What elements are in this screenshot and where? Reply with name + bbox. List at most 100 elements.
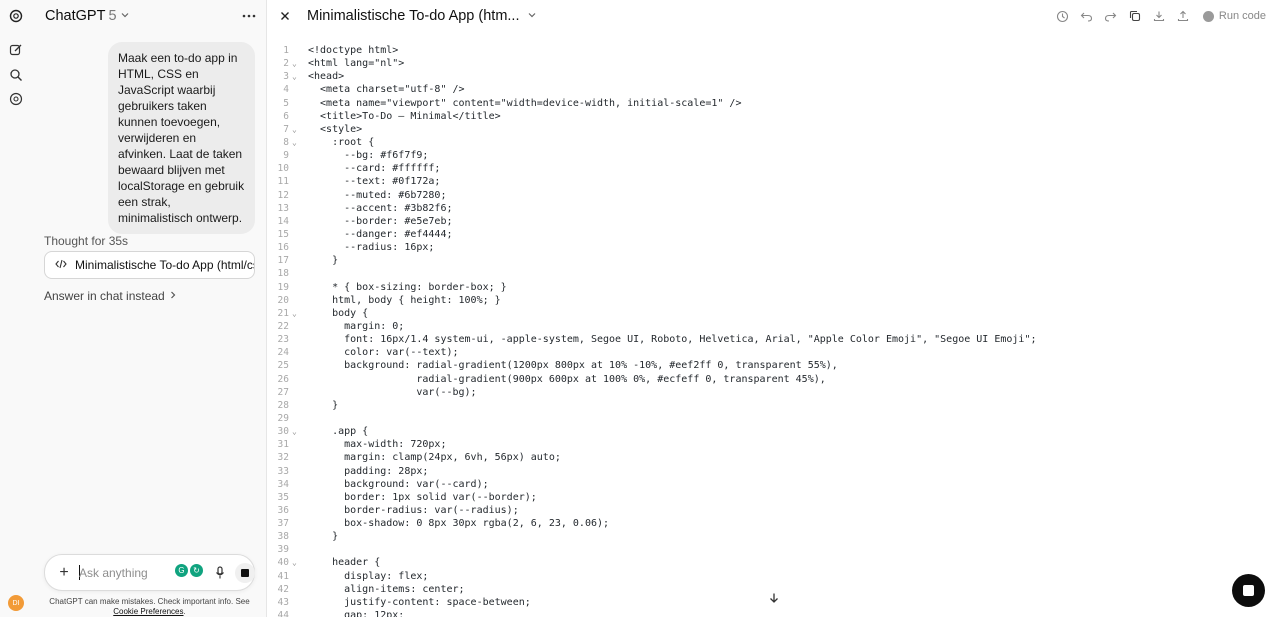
code-text: padding: 28px; [308, 465, 429, 477]
more-options-icon[interactable] [240, 7, 258, 25]
code-line[interactable]: 39 [267, 543, 1280, 556]
code-line[interactable]: 19 * { box-sizing: border-box; } [267, 281, 1280, 294]
line-number: 1 [283, 45, 289, 56]
close-icon[interactable] [277, 8, 293, 24]
code-line[interactable]: 7 ⌄ <style> [267, 123, 1280, 136]
code-line[interactable]: 16 --radius: 16px; [267, 241, 1280, 254]
code-text: * { box-sizing: border-box; } [308, 281, 507, 293]
code-line[interactable]: 12 --muted: #6b7280; [267, 189, 1280, 202]
grammar-icon[interactable]: G [175, 564, 188, 577]
code-text: gap: 12px; [308, 610, 405, 617]
undo-icon[interactable] [1075, 6, 1099, 26]
canvas-toolbar: Run code [1051, 6, 1280, 26]
code-line[interactable]: 40 ⌄ header { [267, 556, 1280, 569]
code-line[interactable]: 30 ⌄ .app { [267, 425, 1280, 438]
code-line[interactable]: 28 } [267, 399, 1280, 412]
canvas-title-selector[interactable]: Minimalistische To-do App (htm... [307, 8, 537, 24]
chevron-down-icon [527, 8, 537, 24]
code-line[interactable]: 15 --danger: #ef4444; [267, 228, 1280, 241]
code-editor[interactable]: 1 <!doctype html> 2 ⌄ <html lang="nl"> 3 ⌄ <hea… [267, 44, 1280, 617]
refresh-icon[interactable]: ↻ [190, 564, 203, 577]
code-line[interactable]: 3 ⌄ <head> [267, 70, 1280, 83]
line-number: 12 [277, 189, 289, 201]
code-line[interactable]: 8 ⌄ :root { [267, 136, 1280, 149]
fold-chevron-icon[interactable]: ⌄ [292, 123, 297, 136]
message-composer[interactable]: + Ask anything G ↻ [44, 554, 255, 591]
code-line[interactable]: 36 border-radius: var(--radius); [267, 504, 1280, 517]
tool-icons[interactable]: G ↻ [175, 564, 203, 580]
code-line[interactable]: 14 --border: #e5e7eb; [267, 215, 1280, 228]
run-code-button[interactable]: Run code [1195, 10, 1280, 22]
cookie-preferences-link[interactable]: Cookie Preferences [113, 607, 183, 616]
code-text: --danger: #ef4444; [308, 228, 453, 240]
stop-button[interactable] [1232, 574, 1265, 607]
line-number: 29 [277, 412, 289, 424]
redo-icon[interactable] [1099, 6, 1123, 26]
code-line[interactable]: 10 --card: #ffffff; [267, 162, 1280, 175]
answer-in-chat-link[interactable]: Answer in chat instead [44, 289, 177, 303]
code-line[interactable]: 24 color: var(--text); [267, 346, 1280, 359]
code-line[interactable]: 44 gap: 12px; [267, 609, 1280, 617]
history-icon[interactable] [1051, 6, 1075, 26]
line-number: 32 [277, 452, 289, 464]
code-line[interactable]: 20 html, body { height: 100%; } [267, 294, 1280, 307]
code-text: <title>To-Do — Minimal</title> [308, 110, 501, 122]
scroll-down-arrow-icon[interactable] [766, 590, 782, 606]
run-code-label: Run code [1218, 10, 1266, 22]
code-line[interactable]: 21 ⌄ body { [267, 307, 1280, 320]
stop-generating-button[interactable] [235, 563, 255, 583]
code-line[interactable]: 25 background: radial-gradient(1200px 80… [267, 359, 1280, 372]
user-avatar[interactable]: DI [8, 595, 24, 611]
code-line[interactable]: 1 <!doctype html> [267, 44, 1280, 57]
code-line[interactable]: 4 <meta charset="utf-8" /> [267, 83, 1280, 96]
line-number: 10 [277, 163, 289, 175]
code-line[interactable]: 13 --accent: #3b82f6; [267, 202, 1280, 215]
fold-chevron-icon[interactable]: ⌄ [292, 425, 297, 438]
code-line[interactable]: 11 --text: #0f172a; [267, 175, 1280, 188]
line-number: 13 [277, 202, 289, 214]
code-line[interactable]: 5 <meta name="viewport" content="width=d… [267, 97, 1280, 110]
code-line[interactable]: 18 [267, 267, 1280, 280]
code-line[interactable]: 41 display: flex; [267, 570, 1280, 583]
code-line[interactable]: 32 margin: clamp(24px, 6vh, 56px) auto; [267, 451, 1280, 464]
copy-icon[interactable] [1123, 6, 1147, 26]
stop-icon [1243, 585, 1254, 596]
openai-logo-icon[interactable] [8, 8, 24, 24]
composer-input[interactable]: Ask anything [79, 566, 148, 580]
code-line[interactable]: 6 <title>To-Do — Minimal</title> [267, 110, 1280, 123]
line-number: 31 [277, 439, 289, 451]
code-text: align-items: center; [308, 583, 465, 595]
fold-chevron-icon[interactable]: ⌄ [292, 136, 297, 149]
code-line[interactable]: 33 padding: 28px; [267, 465, 1280, 478]
download-icon[interactable] [1147, 6, 1171, 26]
fold-chevron-icon[interactable]: ⌄ [292, 70, 297, 83]
new-chat-icon[interactable] [8, 42, 24, 58]
code-line[interactable]: 34 background: var(--card); [267, 478, 1280, 491]
code-text: var(--bg); [308, 386, 477, 398]
code-line[interactable]: 23 font: 16px/1.4 system-ui, -apple-syst… [267, 333, 1280, 346]
thought-label[interactable]: Thought for 35s [44, 234, 128, 248]
artifact-card[interactable]: Minimalistische To-do App (html/css [44, 251, 255, 279]
model-selector[interactable]: ChatGPT 5 [45, 8, 130, 24]
code-line[interactable]: 17 } [267, 254, 1280, 267]
microphone-icon[interactable] [212, 565, 228, 581]
search-icon[interactable] [8, 67, 24, 83]
code-line[interactable]: 35 border: 1px solid var(--border); [267, 491, 1280, 504]
code-line[interactable]: 27 var(--bg); [267, 386, 1280, 399]
fold-chevron-icon[interactable]: ⌄ [292, 57, 297, 70]
fold-chevron-icon[interactable]: ⌄ [292, 307, 297, 320]
code-line[interactable]: 26 radial-gradient(900px 600px at 100% 0… [267, 373, 1280, 386]
library-icon[interactable] [8, 91, 24, 107]
code-line[interactable]: 37 box-shadow: 0 8px 30px rgba(2, 6, 23,… [267, 517, 1280, 530]
code-line[interactable]: 31 max-width: 720px; [267, 438, 1280, 451]
code-line[interactable]: 29 [267, 412, 1280, 425]
plus-icon[interactable]: + [55, 564, 73, 582]
icon-rail: DI [0, 0, 32, 617]
code-line[interactable]: 22 margin: 0; [267, 320, 1280, 333]
code-line[interactable]: 38 } [267, 530, 1280, 543]
code-line[interactable]: 9 --bg: #f6f7f9; [267, 149, 1280, 162]
share-icon[interactable] [1171, 6, 1195, 26]
code-line[interactable]: 2 ⌄ <html lang="nl"> [267, 57, 1280, 70]
line-number: 39 [277, 544, 289, 556]
fold-chevron-icon[interactable]: ⌄ [292, 556, 297, 569]
